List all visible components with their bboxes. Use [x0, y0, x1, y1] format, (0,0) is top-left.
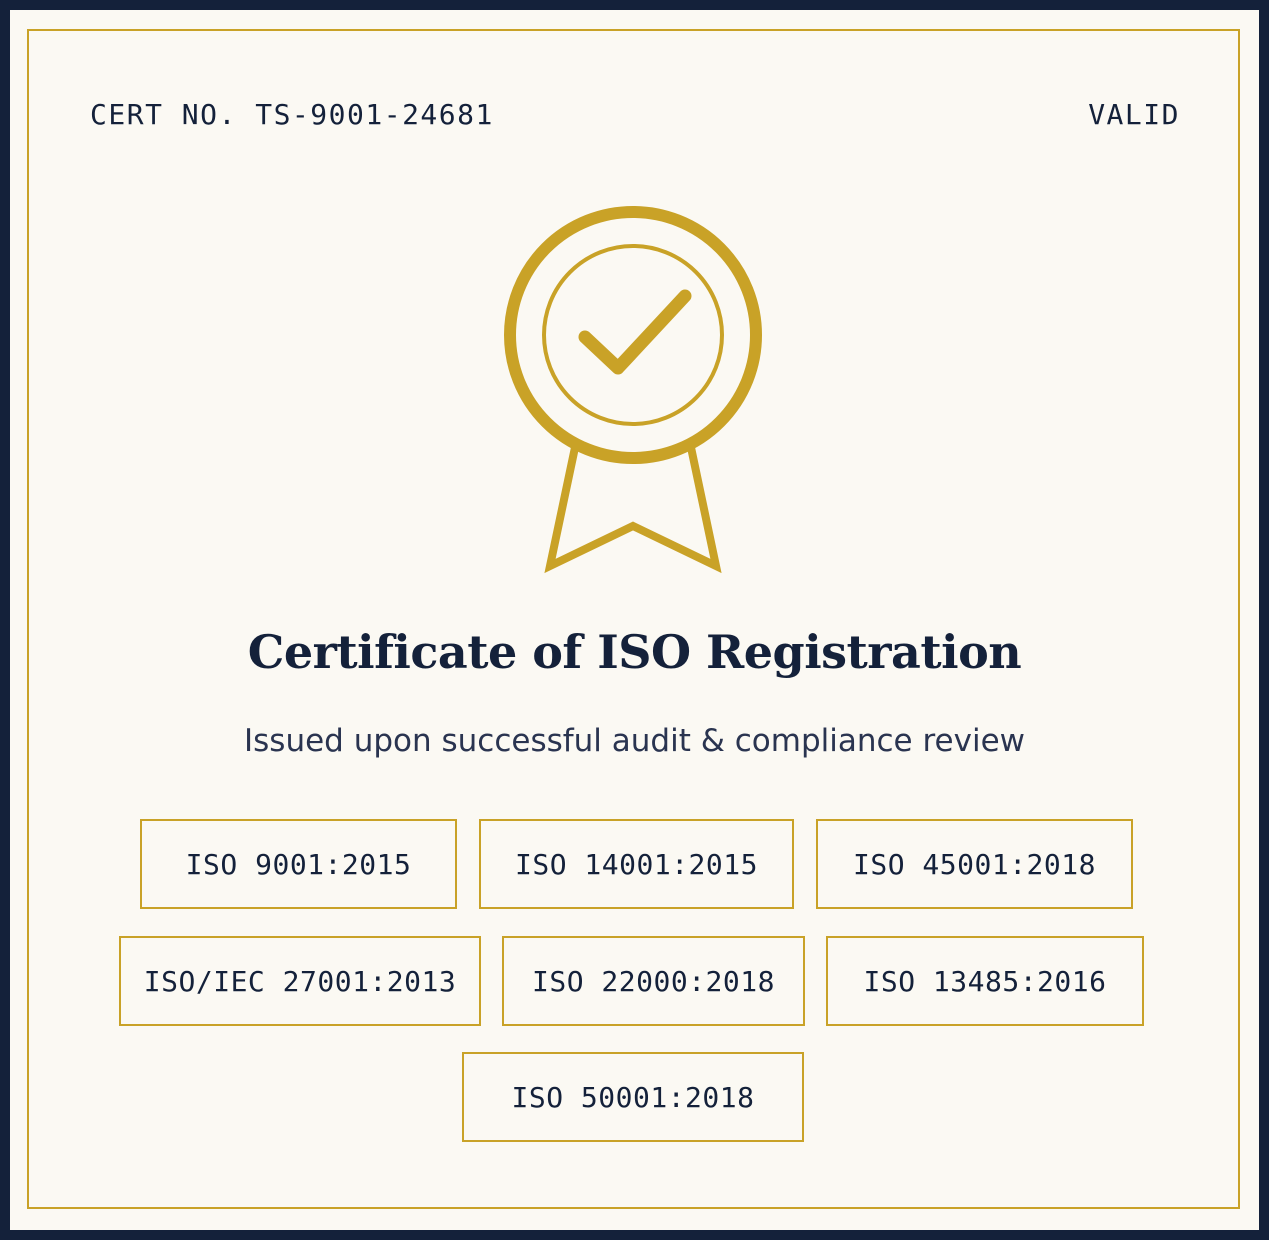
standard-badge: ISO 9001:2015: [140, 819, 457, 909]
award-ribbon-check-icon: [504, 206, 762, 574]
standard-badge: ISO 22000:2018: [502, 936, 805, 1026]
standard-badge: ISO 50001:2018: [462, 1052, 804, 1142]
certificate-number: CERT NO. TS-9001-24681: [90, 98, 494, 131]
standard-badge: ISO 13485:2016: [826, 936, 1144, 1026]
certificate-subtitle: Issued upon successful audit & complianc…: [244, 723, 1025, 759]
standard-badge: ISO/IEC 27001:2013: [119, 936, 481, 1026]
standard-badge: ISO 14001:2015: [479, 819, 794, 909]
certificate-page: CERT NO. TS-9001-24681 VALID Certificate…: [10, 10, 1259, 1230]
certificate-title: Certificate of ISO Registration: [247, 625, 1022, 679]
standard-badge: ISO 45001:2018: [816, 819, 1133, 909]
status-label: VALID: [1088, 98, 1180, 131]
